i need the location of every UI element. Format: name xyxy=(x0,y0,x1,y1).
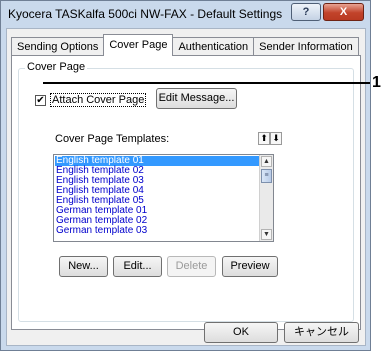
window-title: Kyocera TASKalfa 500ci NW-FAX - Default … xyxy=(8,7,283,21)
dialog-body: Sending Options Cover Page Authenticatio… xyxy=(6,28,366,346)
scroll-up-icon[interactable]: ▲ xyxy=(261,156,272,167)
callout-line xyxy=(43,82,370,84)
tab-cover-page[interactable]: Cover Page xyxy=(103,34,174,56)
scroll-thumb[interactable]: ≡ xyxy=(261,169,272,183)
ok-button[interactable]: OK xyxy=(204,322,278,343)
cover-page-panel: Cover Page ✔ Attach Cover Page Edit Mess… xyxy=(11,55,361,330)
tab-sending-options[interactable]: Sending Options xyxy=(11,37,105,56)
templates-listbox[interactable]: English template 01 English template 02 En… xyxy=(53,154,274,242)
listbox-scrollbar[interactable]: ▲ ≡ ▼ xyxy=(259,155,273,241)
group-label: Cover Page xyxy=(25,61,88,73)
tab-strip: Sending Options Cover Page Authenticatio… xyxy=(11,34,359,56)
attach-cover-page-label[interactable]: Attach Cover Page xyxy=(50,93,147,107)
callout-number: 1 xyxy=(372,74,381,91)
scroll-down-icon[interactable]: ▼ xyxy=(261,229,272,240)
template-list: English template 01 English template 02 En… xyxy=(55,156,259,236)
title-bar: Kyocera TASKalfa 500ci NW-FAX - Default … xyxy=(1,1,370,27)
edit-template-button[interactable]: Edit... xyxy=(113,256,162,277)
close-button[interactable]: X xyxy=(323,3,364,21)
delete-template-button[interactable]: Delete xyxy=(167,256,216,277)
move-down-icon[interactable]: ⬇ xyxy=(270,132,282,145)
templates-label: Cover Page Templates: xyxy=(55,133,170,145)
attach-cover-page-row[interactable]: ✔ Attach Cover Page xyxy=(35,93,147,107)
new-template-button[interactable]: New... xyxy=(59,256,108,277)
template-list-item[interactable]: German template 03 xyxy=(55,226,259,236)
help-button[interactable]: ? xyxy=(291,3,321,21)
cover-page-group: Cover Page ✔ Attach Cover Page Edit Mess… xyxy=(18,61,354,322)
attach-cover-page-checkbox[interactable]: ✔ xyxy=(35,94,46,106)
preview-button[interactable]: Preview xyxy=(222,256,278,277)
cancel-button[interactable]: キャンセル xyxy=(284,322,359,343)
move-up-icon[interactable]: ⬆ xyxy=(258,132,270,145)
dialog-window: Kyocera TASKalfa 500ci NW-FAX - Default … xyxy=(0,0,371,351)
tab-sender-information[interactable]: Sender Information xyxy=(253,37,359,56)
edit-message-button[interactable]: Edit Message... xyxy=(156,88,237,109)
tab-authentication[interactable]: Authentication xyxy=(172,37,255,56)
